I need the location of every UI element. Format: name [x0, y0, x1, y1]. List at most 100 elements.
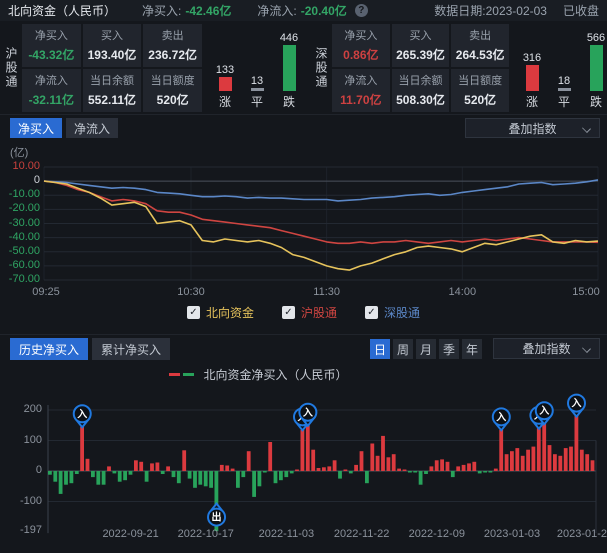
- period-year[interactable]: 年: [462, 339, 482, 359]
- history-bar: [424, 471, 428, 474]
- history-bar: [526, 450, 530, 471]
- stat-cell: 买入265.39亿: [392, 24, 450, 67]
- help-icon[interactable]: ?: [355, 4, 368, 17]
- history-bar: [80, 427, 84, 471]
- series-line-深股通: [44, 180, 598, 201]
- page-title: 北向资金（人民币）: [8, 2, 116, 19]
- history-bar: [532, 447, 536, 471]
- board-name: 沪股通: [4, 47, 20, 89]
- history-bar: [483, 471, 487, 473]
- northbound-capital-panel: 北向资金（人民币） 净买入: -42.46亿 净流入: -20.40亿 ? 数据…: [0, 0, 607, 553]
- tab-net-buy[interactable]: 净买入: [10, 118, 62, 138]
- flat-count: 18平: [553, 26, 575, 110]
- data-date: 数据日期:2023-02-03: [434, 2, 547, 19]
- chevron-down-icon: [582, 124, 591, 133]
- history-bar-chart[interactable]: 2022-09-212022-10-172022-11-032022-11-22…: [0, 382, 607, 553]
- intraday-tabs: 净买入 净流入: [10, 118, 118, 138]
- up-count: 133涨: [214, 26, 236, 110]
- series-legend: 北向资金 沪股通 深股通: [0, 304, 607, 321]
- history-bar: [515, 448, 519, 471]
- history-bar: [306, 425, 310, 471]
- down-count: 446跌: [278, 26, 300, 110]
- history-bar: [462, 465, 466, 471]
- x-tick-label: 2022-09-21: [102, 528, 158, 540]
- history-bar: [435, 460, 439, 471]
- checkbox-checked-icon[interactable]: [282, 306, 295, 319]
- up-bar: [526, 65, 539, 91]
- tab-net-inflow[interactable]: 净流入: [66, 118, 118, 138]
- period-month[interactable]: 月: [416, 339, 436, 359]
- history-bar: [129, 471, 133, 475]
- history-bar: [118, 471, 122, 482]
- y-tick-label: -30.00: [0, 217, 40, 229]
- history-bar: [209, 471, 213, 488]
- history-bar: [290, 471, 294, 473]
- net-inflow-label: 净流入:: [257, 2, 296, 19]
- stat-cell: 净买入-43.32亿: [22, 24, 81, 67]
- history-bar: [91, 471, 95, 477]
- period-buttons: 日 周 月 季 年: [370, 339, 482, 359]
- checkbox-checked-icon[interactable]: [365, 306, 378, 319]
- pin-label: 出: [212, 511, 222, 524]
- marker-out-pin[interactable]: 出: [208, 504, 225, 526]
- history-bar: [274, 471, 278, 483]
- stat-cell: 当日余额508.30亿: [392, 69, 450, 112]
- tab-cumulative-net-buy[interactable]: 累计净买入: [92, 338, 170, 360]
- y-tick-label: -50.00: [0, 245, 40, 257]
- history-bar: [558, 456, 562, 471]
- history-bar: [123, 471, 127, 480]
- legend-item-northbound[interactable]: 北向资金: [187, 304, 254, 321]
- history-bar: [284, 471, 288, 477]
- history-bar: [231, 469, 235, 471]
- x-tick-label: 09:25: [32, 286, 60, 298]
- marker-in-pin[interactable]: 入: [493, 408, 510, 430]
- history-bar: [537, 428, 541, 471]
- marker-in-pin[interactable]: 入: [568, 395, 585, 417]
- marker-in-pin[interactable]: 入: [74, 405, 91, 427]
- history-bar: [510, 451, 514, 471]
- divider: [0, 334, 607, 335]
- red-dash-icon: [169, 373, 180, 376]
- stat-cell: 净流入-32.11亿: [22, 69, 81, 112]
- overlay-index-dropdown[interactable]: 叠加指数: [465, 118, 600, 138]
- tab-history-net-buy[interactable]: 历史净买入: [10, 338, 88, 360]
- checkbox-checked-icon[interactable]: [187, 306, 200, 319]
- period-day[interactable]: 日: [370, 339, 390, 359]
- history-bar: [113, 471, 117, 473]
- series-line-沪股通: [44, 181, 598, 243]
- history-bar: [440, 459, 444, 471]
- green-dash-icon: [183, 373, 194, 376]
- history-bar: [70, 471, 74, 483]
- divider: [0, 114, 607, 115]
- history-bar: [580, 450, 584, 471]
- connect-boards: 沪股通 净买入-43.32亿 买入193.40亿 卖出236.72亿 净流入-3…: [0, 22, 607, 113]
- legend-item-shengutong[interactable]: 深股通: [365, 304, 420, 321]
- history-bar: [150, 463, 154, 471]
- history-bar: [139, 462, 143, 471]
- market-status: 已收盘: [563, 2, 599, 19]
- period-quarter[interactable]: 季: [439, 339, 459, 359]
- history-bar: [553, 454, 557, 471]
- x-tick-label: 15:00: [572, 286, 600, 298]
- history-bar: [392, 454, 396, 471]
- intraday-line-chart[interactable]: [0, 158, 607, 290]
- overlay-index-dropdown-2[interactable]: 叠加指数: [493, 338, 600, 359]
- history-bar: [59, 471, 63, 494]
- history-bar: [241, 471, 245, 477]
- stat-cell: 当日额度520亿: [451, 69, 509, 112]
- history-bar: [204, 471, 208, 486]
- x-tick-label: 11:30: [313, 286, 340, 298]
- period-week[interactable]: 周: [393, 339, 413, 359]
- flat-count: 13平: [246, 26, 268, 110]
- chevron-down-icon: [582, 344, 591, 353]
- net-buy-value: -42.46亿: [185, 2, 231, 19]
- y-tick-label: 100: [2, 434, 42, 446]
- x-tick-label: 2023-01-20: [557, 528, 607, 540]
- x-tick-label: 14:00: [449, 286, 477, 298]
- history-bar: [86, 459, 90, 471]
- history-bar: [53, 471, 57, 482]
- breadth-chart: 316涨 18平 566跌: [521, 26, 607, 110]
- legend-item-hugutong[interactable]: 沪股通: [282, 304, 337, 321]
- y-tick-label: 10.00: [0, 160, 40, 172]
- history-bar: [252, 471, 256, 497]
